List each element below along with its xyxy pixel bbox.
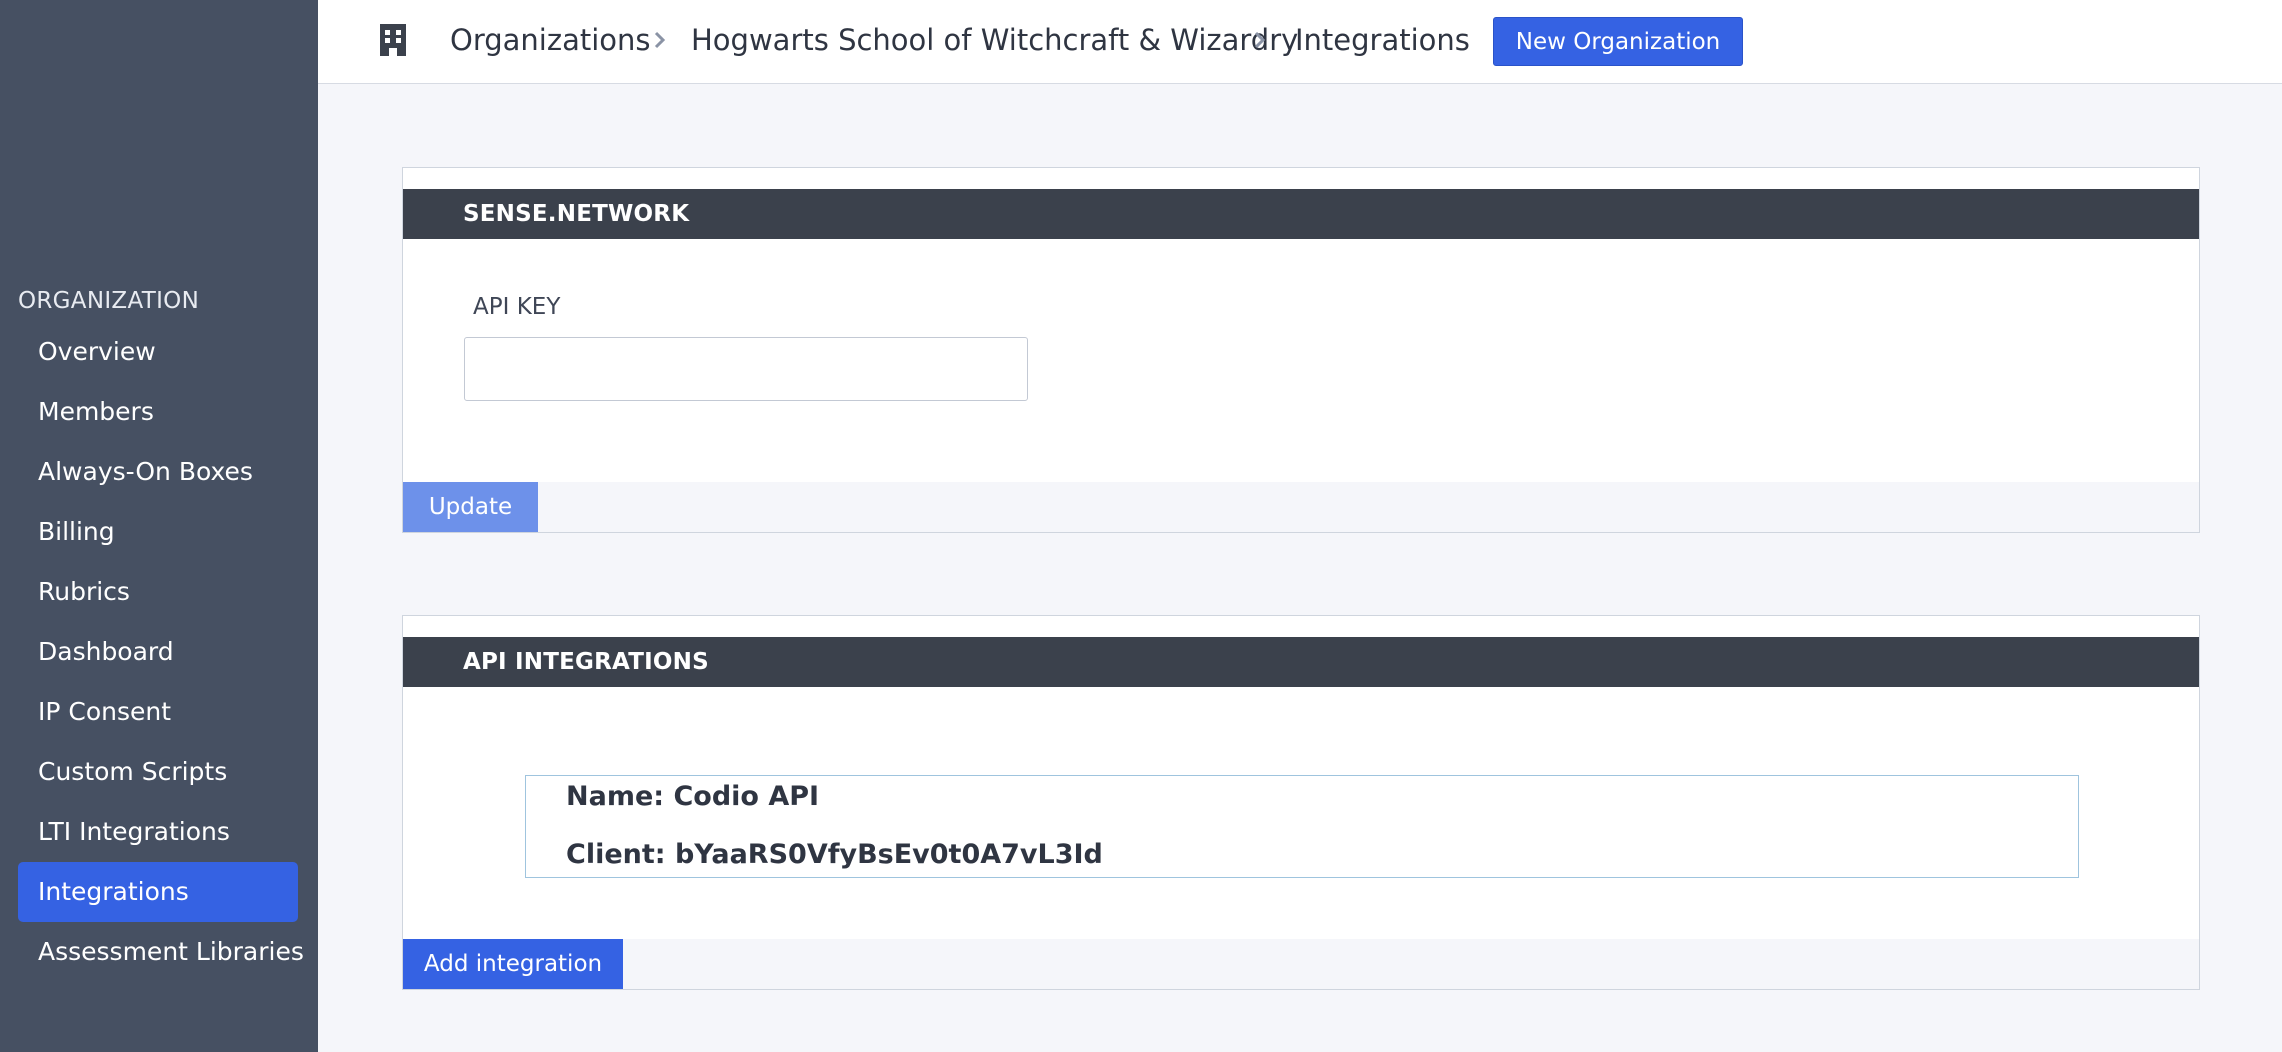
sidebar-nav: Overview Members Always-On Boxes Billing… [18, 322, 304, 982]
app-root: ORGANIZATION Overview Members Always-On … [0, 0, 2282, 1052]
sidebar-section-title: ORGANIZATION [18, 288, 200, 314]
sidebar: ORGANIZATION Overview Members Always-On … [0, 0, 318, 1052]
panel-footer: Add integration [403, 939, 2199, 989]
top-header: Organizations Hogwarts School of Witchcr… [318, 0, 2282, 84]
building-icon [380, 24, 406, 56]
chevron-right-icon [1254, 31, 1266, 49]
sidebar-item-always-on-boxes[interactable]: Always-On Boxes [18, 442, 298, 502]
new-organization-button[interactable]: New Organization [1493, 17, 1743, 66]
api-integrations-panel: API INTEGRATIONS Name: Codio API Client:… [402, 615, 2200, 990]
sidebar-item-lti-integrations[interactable]: LTI Integrations [18, 802, 298, 862]
api-key-input[interactable] [464, 337, 1028, 401]
breadcrumb-organization-name[interactable]: Hogwarts School of Witchcraft & Wizardry [691, 20, 1298, 60]
integration-card[interactable]: Name: Codio API Client: bYaaRS0VfyBsEv0t… [525, 775, 2079, 878]
sidebar-item-members[interactable]: Members [18, 382, 298, 442]
add-integration-button[interactable]: Add integration [403, 939, 623, 989]
integration-name: Name: Codio API [566, 781, 820, 812]
sidebar-item-overview[interactable]: Overview [18, 322, 298, 382]
sidebar-item-integrations[interactable]: Integrations [18, 862, 298, 922]
update-button[interactable]: Update [403, 482, 538, 532]
sidebar-item-dashboard[interactable]: Dashboard [18, 622, 298, 682]
breadcrumb-integrations: Integrations [1295, 23, 1470, 57]
sidebar-item-ip-consent[interactable]: IP Consent [18, 682, 298, 742]
api-key-label: API KEY [473, 294, 561, 320]
panel-title: API INTEGRATIONS [403, 637, 2199, 687]
sidebar-item-billing[interactable]: Billing [18, 502, 298, 562]
sense-network-panel: SENSE.NETWORK API KEY Update [402, 167, 2200, 533]
sidebar-item-rubrics[interactable]: Rubrics [18, 562, 298, 622]
sidebar-item-custom-scripts[interactable]: Custom Scripts [18, 742, 298, 802]
sidebar-item-assessment-libraries[interactable]: Assessment Libraries [18, 922, 304, 982]
breadcrumb-organizations[interactable]: Organizations [450, 20, 651, 60]
integration-client: Client: bYaaRS0VfyBsEv0t0A7vL3Id [566, 839, 1103, 870]
chevron-right-icon [654, 31, 666, 49]
panel-title: SENSE.NETWORK [403, 189, 2199, 239]
panel-footer: Update [403, 482, 2199, 532]
